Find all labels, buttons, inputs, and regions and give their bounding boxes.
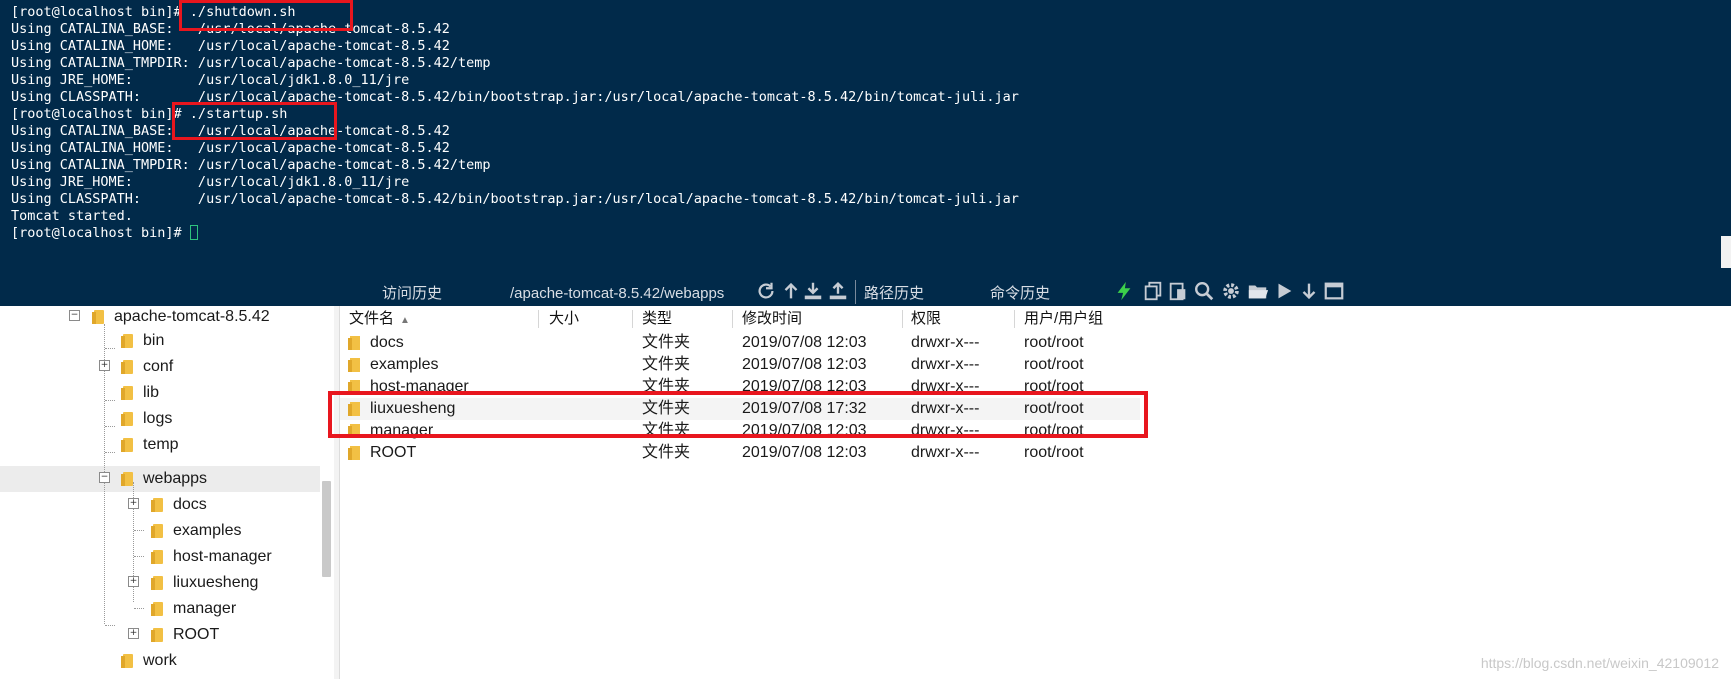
table-row[interactable]: examples 文件夹 2019/07/08 12:03 drwxr-x---… xyxy=(340,354,1140,376)
highlight-box-startup xyxy=(172,102,337,140)
directory-tree: − apache-tomcat-8.5.42 bin + conf lib lo… xyxy=(0,306,335,679)
terminal-panel[interactable]: [root@localhost bin]# ./shutdown.sh Usin… xyxy=(0,0,1731,272)
gear-icon[interactable] xyxy=(1220,280,1242,302)
search-icon[interactable] xyxy=(1193,280,1215,302)
paste-icon[interactable] xyxy=(1167,280,1189,302)
tree-node-webapps[interactable]: webapps xyxy=(117,466,207,492)
table-row[interactable]: docs 文件夹 2019/07/08 12:03 drwxr-x--- roo… xyxy=(340,332,1140,354)
up-arrow-icon[interactable] xyxy=(780,280,802,302)
column-separator xyxy=(902,310,903,328)
tree-node-liuxuesheng[interactable]: liuxuesheng xyxy=(147,570,258,596)
download-icon[interactable] xyxy=(802,280,824,302)
copy-icon[interactable] xyxy=(1142,280,1164,302)
folder-icon xyxy=(121,654,133,668)
tree-connector xyxy=(105,426,115,427)
terminal-prompt: [root@localhost bin]# xyxy=(11,225,190,241)
tree-node-conf[interactable]: conf xyxy=(117,354,173,380)
terminal-scrollbar[interactable] xyxy=(1721,236,1731,268)
tree-connector xyxy=(105,400,115,401)
tree-node-host-manager[interactable]: host-manager xyxy=(147,544,272,570)
table-row[interactable]: ROOT 文件夹 2019/07/08 12:03 drwxr-x--- roo… xyxy=(340,442,1140,464)
folder-icon xyxy=(348,358,360,372)
tree-node-logs[interactable]: logs xyxy=(117,406,172,432)
column-header-owner[interactable]: 用户/用户组 xyxy=(1024,306,1103,332)
tree-connector xyxy=(134,608,144,609)
folder-icon xyxy=(92,310,104,324)
expand-toggle[interactable]: + xyxy=(99,360,110,371)
folder-icon xyxy=(121,412,133,426)
column-separator xyxy=(1014,310,1015,328)
watermark: https://blog.csdn.net/weixin_42109012 xyxy=(1480,655,1719,671)
lightning-icon[interactable] xyxy=(1113,280,1135,302)
path-input[interactable]: /apache-tomcat-8.5.42/webapps xyxy=(510,282,748,307)
folder-icon xyxy=(121,386,133,400)
column-separator xyxy=(632,310,633,328)
terminal-line: Using CLASSPATH: /usr/local/apache-tomca… xyxy=(11,191,1019,207)
tree-connector xyxy=(134,530,144,531)
folder-icon xyxy=(348,446,360,460)
terminal-prompt-line: [root@localhost bin]# xyxy=(11,224,198,243)
tree-node-docs[interactable]: docs xyxy=(147,492,207,518)
upload-icon[interactable] xyxy=(827,280,849,302)
highlight-box-liuxuesheng xyxy=(328,391,1148,438)
collapse-toggle[interactable]: − xyxy=(99,472,110,483)
folder-icon xyxy=(151,628,163,642)
sftp-toolbar: 访问历史 /apache-tomcat-8.5.42/webapps 路径历史 … xyxy=(0,272,1731,307)
sort-asc-icon: ▲ xyxy=(400,315,410,326)
folder-icon xyxy=(121,360,133,374)
folder-icon xyxy=(151,576,163,590)
folder-icon xyxy=(121,472,133,486)
column-header-permission[interactable]: 权限 xyxy=(911,306,941,332)
tree-node-apache-tomcat[interactable]: apache-tomcat-8.5.42 xyxy=(88,304,270,330)
tree-node-lib[interactable]: lib xyxy=(117,380,159,406)
terminal-cursor xyxy=(189,225,198,240)
path-history-dropdown[interactable]: 路径历史 xyxy=(864,282,980,307)
tree-node-work[interactable]: work xyxy=(117,648,177,674)
toolbar-separator xyxy=(855,280,856,304)
tree-node-root[interactable]: ROOT xyxy=(147,622,219,648)
tree-node-temp[interactable]: temp xyxy=(117,432,179,458)
tree-connector xyxy=(105,625,115,626)
play-icon[interactable] xyxy=(1273,280,1295,302)
tree-node-manager[interactable]: manager xyxy=(147,596,236,622)
folder-open-icon[interactable] xyxy=(1247,280,1269,302)
expand-toggle[interactable]: + xyxy=(128,576,139,587)
tree-connector xyxy=(134,556,144,557)
column-separator xyxy=(732,310,733,328)
folder-icon xyxy=(151,524,163,538)
folder-icon xyxy=(121,334,133,348)
tree-node-bin[interactable]: bin xyxy=(117,328,164,354)
column-header-modified[interactable]: 修改时间 xyxy=(742,306,802,332)
tree-connector xyxy=(105,348,115,349)
column-header-type[interactable]: 类型 xyxy=(642,306,672,332)
folder-icon xyxy=(121,438,133,452)
column-header-name[interactable]: 文件名 ▲ xyxy=(349,306,410,332)
command-history-dropdown[interactable]: 命令历史 xyxy=(990,282,1106,307)
history-dropdown[interactable]: 访问历史 xyxy=(382,282,496,307)
tree-connector xyxy=(105,452,115,453)
folder-icon xyxy=(151,550,163,564)
window-icon[interactable] xyxy=(1323,280,1345,302)
expand-toggle[interactable]: + xyxy=(128,628,139,639)
expand-toggle[interactable]: + xyxy=(128,498,139,509)
column-separator xyxy=(538,310,539,328)
collapse-toggle[interactable]: − xyxy=(69,310,80,321)
folder-icon xyxy=(151,602,163,616)
tree-node-examples[interactable]: examples xyxy=(147,518,241,544)
file-list: 文件名 ▲ 大小 类型 修改时间 权限 用户/用户组 docs 文件夹 2019/… xyxy=(340,306,1731,679)
tree-scrollbar[interactable] xyxy=(322,481,331,577)
down-arrow-icon[interactable] xyxy=(1298,280,1320,302)
highlight-box-shutdown xyxy=(179,0,353,31)
column-header-size[interactable]: 大小 xyxy=(549,306,579,332)
folder-icon xyxy=(348,336,360,350)
folder-icon xyxy=(151,498,163,512)
refresh-icon[interactable] xyxy=(755,280,777,302)
